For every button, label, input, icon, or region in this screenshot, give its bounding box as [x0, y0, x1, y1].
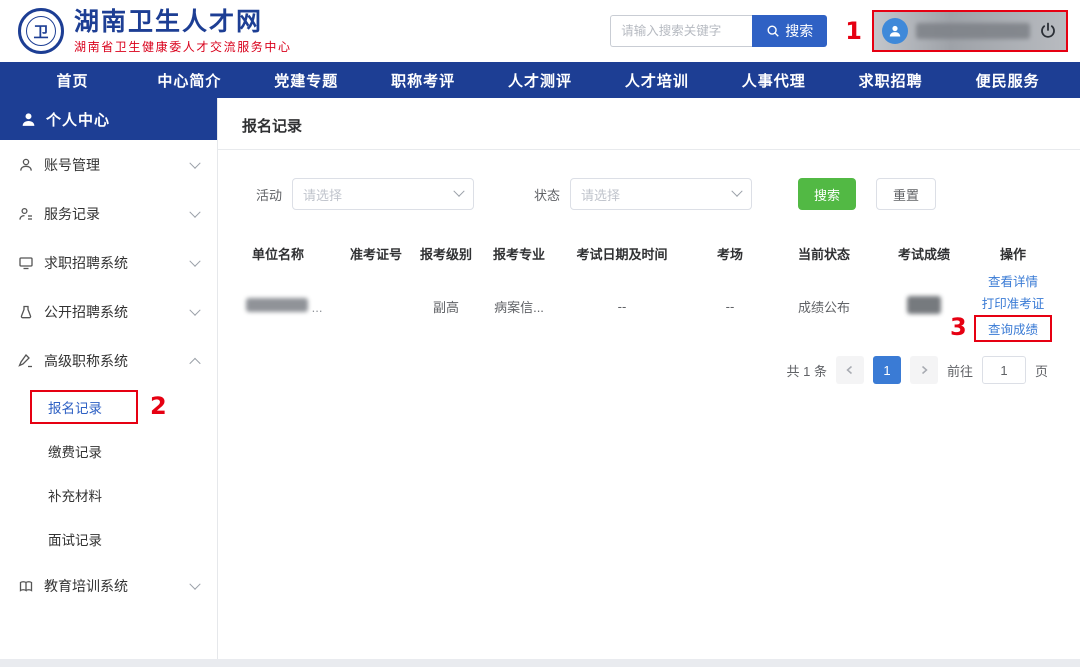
- user-account-area[interactable]: [872, 10, 1068, 52]
- search-input[interactable]: [610, 15, 752, 47]
- sidebar-item-account[interactable]: 账号管理: [0, 140, 217, 189]
- filter-bar: 活动 请选择 状态 请选择 搜索 重置: [256, 178, 1080, 210]
- nav-item-job-recruit[interactable]: 求职招聘: [832, 62, 949, 98]
- logout-power-icon[interactable]: [1038, 21, 1058, 41]
- sidebar-item-service-records[interactable]: 服务记录: [0, 189, 217, 238]
- col-score: 考试成绩: [874, 244, 974, 263]
- page-title: 报名记录: [218, 98, 1080, 150]
- nav-item-center-intro[interactable]: 中心简介: [131, 62, 248, 98]
- col-exam-datetime: 考试日期及时间: [558, 244, 686, 263]
- redacted-username: [916, 23, 1030, 39]
- site-title: 湖南卫生人才网: [74, 8, 292, 36]
- annotation-2: 2: [150, 392, 167, 420]
- goto-page-input[interactable]: [982, 356, 1026, 384]
- view-details-link[interactable]: 查看详情: [988, 271, 1038, 290]
- print-admission-ticket-link[interactable]: 打印准考证: [982, 293, 1045, 312]
- sidebar-subitem-interview-records[interactable]: 面试记录: [0, 517, 217, 561]
- nav-item-party[interactable]: 党建专题: [248, 62, 365, 98]
- sidebar-subitem-registration-records[interactable]: 报名记录 2: [0, 385, 217, 429]
- query-score-link[interactable]: 查询成绩: [988, 323, 1038, 337]
- activity-filter-label: 活动: [256, 185, 282, 204]
- chevron-up-icon: [191, 353, 199, 369]
- annotation-box-3: 查询成绩 3: [974, 315, 1052, 342]
- account-icon: [18, 157, 34, 173]
- header-search: 搜索: [610, 15, 827, 47]
- public-recruit-icon: [18, 304, 34, 320]
- redacted-score: [907, 296, 941, 314]
- filter-reset-button[interactable]: 重置: [876, 178, 936, 210]
- page-unit-label: 页: [1035, 361, 1048, 380]
- nav-item-training[interactable]: 人才培训: [598, 62, 715, 98]
- main-nav: 首页 中心简介 党建专题 职称考评 人才测评 人才培训 人事代理 求职招聘 便民…: [0, 62, 1080, 98]
- nav-item-title-eval[interactable]: 职称考评: [365, 62, 482, 98]
- sidebar-title: 个人中心: [0, 98, 217, 140]
- nav-item-talent-test[interactable]: 人才测评: [482, 62, 599, 98]
- table-header-row: 单位名称 准考证号 报考级别 报考专业 考试日期及时间 考场 当前状态 考试成绩…: [218, 236, 1080, 270]
- brand: 湖南卫生人才网 湖南省卫生健康委人才交流服务中心: [74, 8, 292, 55]
- cell-unit-name: ...: [240, 298, 340, 315]
- cell-actions: 查看详情 打印准考证 查询成绩 3: [974, 271, 1052, 342]
- annotation-box-2: [30, 390, 138, 424]
- content-layout: 个人中心 账号管理 服务记录 求职招聘系统: [0, 98, 1080, 659]
- job-search-icon: [18, 255, 34, 271]
- cell-major: 病案信...: [480, 297, 558, 316]
- chevron-down-icon: [455, 185, 463, 203]
- goto-label: 前往: [947, 361, 973, 380]
- col-admission-no: 准考证号: [340, 244, 412, 263]
- nav-item-hr-agency[interactable]: 人事代理: [715, 62, 832, 98]
- page: 卫 湖南卫生人才网 湖南省卫生健康委人才交流服务中心 搜索 1: [0, 0, 1080, 659]
- annotation-1: 1: [845, 17, 862, 45]
- cell-exam-room: --: [686, 299, 774, 314]
- filter-search-button[interactable]: 搜索: [798, 178, 856, 210]
- nav-item-public-service[interactable]: 便民服务: [949, 62, 1066, 98]
- search-button[interactable]: 搜索: [752, 15, 827, 47]
- sidebar-subitem-supplementary-materials[interactable]: 补充材料: [0, 473, 217, 517]
- sidebar-item-education-system[interactable]: 教育培训系统: [0, 561, 217, 610]
- personal-center-icon: [20, 111, 37, 128]
- sidebar: 个人中心 账号管理 服务记录 求职招聘系统: [0, 98, 218, 659]
- site-subtitle: 湖南省卫生健康委人才交流服务中心: [74, 38, 292, 55]
- main-content: 报名记录 活动 请选择 状态 请选择 搜索 重置 单位名称: [218, 98, 1080, 659]
- col-level: 报考级别: [412, 244, 480, 263]
- chevron-down-icon: [191, 255, 199, 271]
- chevron-down-icon: [191, 578, 199, 594]
- site-header: 卫 湖南卫生人才网 湖南省卫生健康委人才交流服务中心 搜索 1: [0, 0, 1080, 62]
- next-page-button[interactable]: [910, 356, 938, 384]
- chevron-down-icon: [191, 304, 199, 320]
- col-exam-room: 考场: [686, 244, 774, 263]
- col-status: 当前状态: [774, 244, 874, 263]
- records-table: 单位名称 准考证号 报考级别 报考专业 考试日期及时间 考场 当前状态 考试成绩…: [218, 236, 1080, 342]
- search-icon: [766, 24, 780, 38]
- service-record-icon: [18, 206, 34, 222]
- sidebar-item-senior-title-system[interactable]: 高级职称系统: [0, 336, 217, 385]
- table-row: ... 副高 病案信... -- -- 成绩公布 查看详情 打印准考证: [218, 270, 1080, 342]
- education-icon: [18, 578, 34, 594]
- status-filter-label: 状态: [534, 185, 560, 204]
- status-select[interactable]: 请选择: [570, 178, 752, 210]
- annotation-3: 3: [950, 313, 967, 341]
- activity-select[interactable]: 请选择: [292, 178, 474, 210]
- cell-level: 副高: [412, 297, 480, 316]
- sidebar-item-public-recruit-system[interactable]: 公开招聘系统: [0, 287, 217, 336]
- chevron-down-icon: [191, 206, 199, 222]
- col-actions: 操作: [974, 244, 1052, 263]
- chevron-down-icon: [191, 157, 199, 173]
- col-unit-name: 单位名称: [240, 244, 340, 263]
- cell-status: 成绩公布: [774, 297, 874, 316]
- prev-page-button[interactable]: [836, 356, 864, 384]
- chevron-down-icon: [733, 185, 741, 203]
- pagination: 共 1 条 1 前往 页: [218, 356, 1080, 384]
- sidebar-subitem-payment-records[interactable]: 缴费记录: [0, 429, 217, 473]
- nav-item-home[interactable]: 首页: [14, 62, 131, 98]
- pagination-total: 共 1 条: [787, 361, 827, 380]
- senior-title-icon: [18, 353, 34, 369]
- col-major: 报考专业: [480, 244, 558, 263]
- site-logo-icon: 卫: [18, 8, 64, 54]
- redacted-unit-name: [246, 298, 308, 312]
- page-1-button[interactable]: 1: [873, 356, 901, 384]
- sidebar-item-job-search-system[interactable]: 求职招聘系统: [0, 238, 217, 287]
- user-avatar-icon: [882, 18, 908, 44]
- cell-exam-datetime: --: [558, 299, 686, 314]
